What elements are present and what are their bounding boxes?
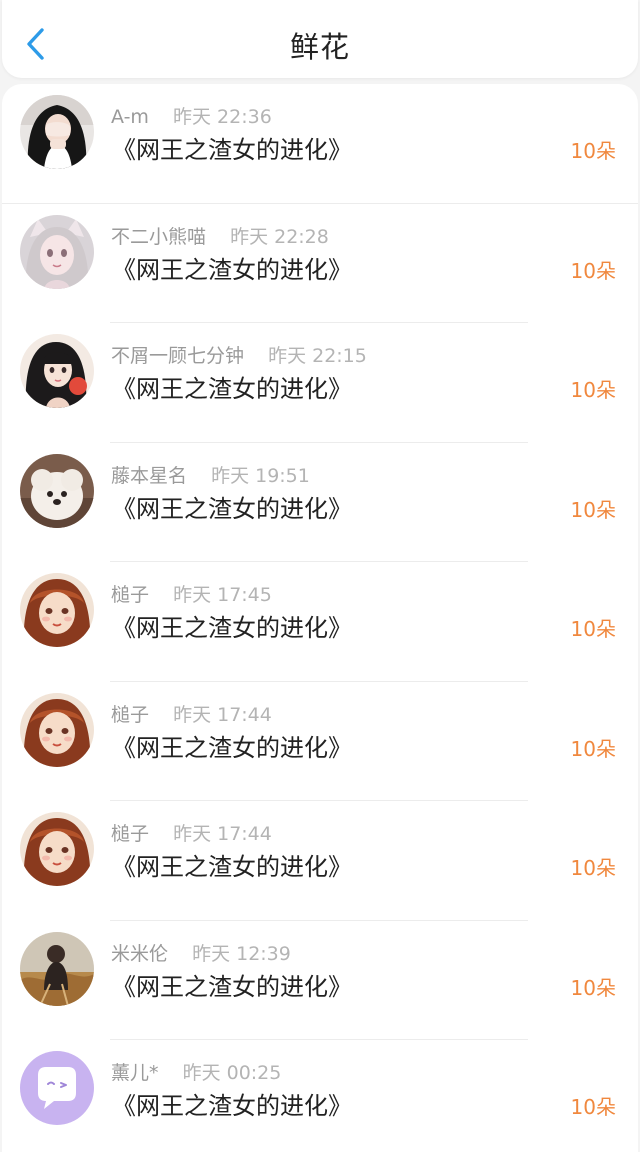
timestamp: 昨天 22:15 xyxy=(268,345,367,367)
list-item[interactable]: 不二小熊喵 昨天 22:28 《网王之渣女的进化》 10朵 xyxy=(2,204,638,323)
avatar[interactable] xyxy=(20,334,94,408)
item-meta: 薰儿* 昨天 00:25 xyxy=(111,1058,281,1085)
flower-amount: 10朵 xyxy=(570,258,616,283)
item-meta: 槌子 昨天 17:44 xyxy=(111,819,272,846)
item-meta: 槌子 昨天 17:44 xyxy=(111,700,272,727)
timestamp: 昨天 22:28 xyxy=(230,225,329,248)
avatar[interactable] xyxy=(20,932,94,1006)
list-item[interactable]: 不屑一顾七分钟 昨天 22:15 《网王之渣女的进化》 10朵 xyxy=(2,323,638,443)
item-meta: A-m 昨天 22:36 xyxy=(111,102,272,129)
page-title: 鲜花 xyxy=(289,30,350,64)
user-name[interactable]: 不屑一顾七分钟 xyxy=(111,345,244,367)
flower-amount: 10朵 xyxy=(570,736,616,761)
book-title[interactable]: 《网王之渣女的进化》 xyxy=(112,608,352,643)
flower-amount: 10朵 xyxy=(570,497,616,522)
avatar[interactable] xyxy=(20,812,94,886)
book-title[interactable]: 《网王之渣女的进化》 xyxy=(112,847,352,882)
avatar[interactable] xyxy=(20,693,94,767)
flower-gift-list: A-m 昨天 22:36 《网王之渣女的进化》 10朵 不二小熊喵 昨天 22:… xyxy=(2,84,638,1152)
book-title[interactable]: 《网王之渣女的进化》 xyxy=(112,1086,352,1121)
user-name[interactable]: 槌子 xyxy=(111,823,149,845)
book-title[interactable]: 《网王之渣女的进化》 xyxy=(112,967,352,1002)
timestamp: 昨天 19:51 xyxy=(211,464,310,487)
list-item[interactable]: 藤本星名 昨天 19:51 《网王之渣女的进化》 10朵 xyxy=(2,443,638,562)
book-title[interactable]: 《网王之渣女的进化》 xyxy=(112,130,352,165)
flower-amount: 10朵 xyxy=(570,378,616,402)
user-name[interactable]: 不二小熊喵 xyxy=(111,226,206,248)
user-name[interactable]: 薰儿* xyxy=(111,1062,159,1084)
flower-amount: 10朵 xyxy=(570,1095,616,1119)
list-item[interactable]: A-m 昨天 22:36 《网王之渣女的进化》 10朵 xyxy=(2,84,638,204)
flower-amount: 10朵 xyxy=(570,975,616,1000)
list-item[interactable]: 薰儿* 昨天 00:25 《网王之渣女的进化》 10朵 xyxy=(2,1040,638,1152)
avatar[interactable] xyxy=(20,1051,94,1125)
flower-amount: 10朵 xyxy=(570,139,616,163)
user-name[interactable]: A-m xyxy=(111,106,149,128)
user-name[interactable]: 米米伦 xyxy=(111,943,168,965)
book-title[interactable]: 《网王之渣女的进化》 xyxy=(112,489,352,524)
timestamp: 昨天 22:36 xyxy=(173,106,272,128)
nav-bar: 鲜花 xyxy=(2,0,638,78)
avatar[interactable] xyxy=(20,454,94,528)
book-title[interactable]: 《网王之渣女的进化》 xyxy=(112,728,352,763)
user-name[interactable]: 槌子 xyxy=(111,704,149,726)
list-item[interactable]: 槌子 昨天 17:44 《网王之渣女的进化》 10朵 xyxy=(2,682,638,801)
item-meta: 槌子 昨天 17:45 xyxy=(111,580,272,607)
flower-amount: 10朵 xyxy=(570,856,616,880)
avatar[interactable] xyxy=(20,95,94,169)
user-name[interactable]: 槌子 xyxy=(111,584,149,606)
item-meta: 米米伦 昨天 12:39 xyxy=(111,939,291,966)
list-item[interactable]: 槌子 昨天 17:44 《网王之渣女的进化》 10朵 xyxy=(2,801,638,921)
avatar[interactable] xyxy=(20,573,94,647)
item-meta: 不二小熊喵 昨天 22:28 xyxy=(111,222,329,249)
timestamp: 昨天 00:25 xyxy=(182,1062,282,1084)
user-name[interactable]: 藤本星名 xyxy=(111,465,187,487)
timestamp: 昨天 17:44 xyxy=(173,703,272,726)
flower-amount: 10朵 xyxy=(570,617,616,641)
avatar[interactable] xyxy=(20,215,94,289)
timestamp: 昨天 12:39 xyxy=(192,942,291,965)
book-title[interactable]: 《网王之渣女的进化》 xyxy=(112,369,352,404)
item-meta: 藤本星名 昨天 19:51 xyxy=(111,461,310,488)
list-item[interactable]: 米米伦 昨天 12:39 《网王之渣女的进化》 10朵 xyxy=(2,921,638,1040)
timestamp: 昨天 17:44 xyxy=(173,823,272,845)
book-title[interactable]: 《网王之渣女的进化》 xyxy=(112,250,352,285)
item-meta: 不屑一顾七分钟 昨天 22:15 xyxy=(111,341,367,368)
list-item[interactable]: 槌子 昨天 17:45 《网王之渣女的进化》 10朵 xyxy=(2,562,638,682)
timestamp: 昨天 17:45 xyxy=(173,584,272,606)
